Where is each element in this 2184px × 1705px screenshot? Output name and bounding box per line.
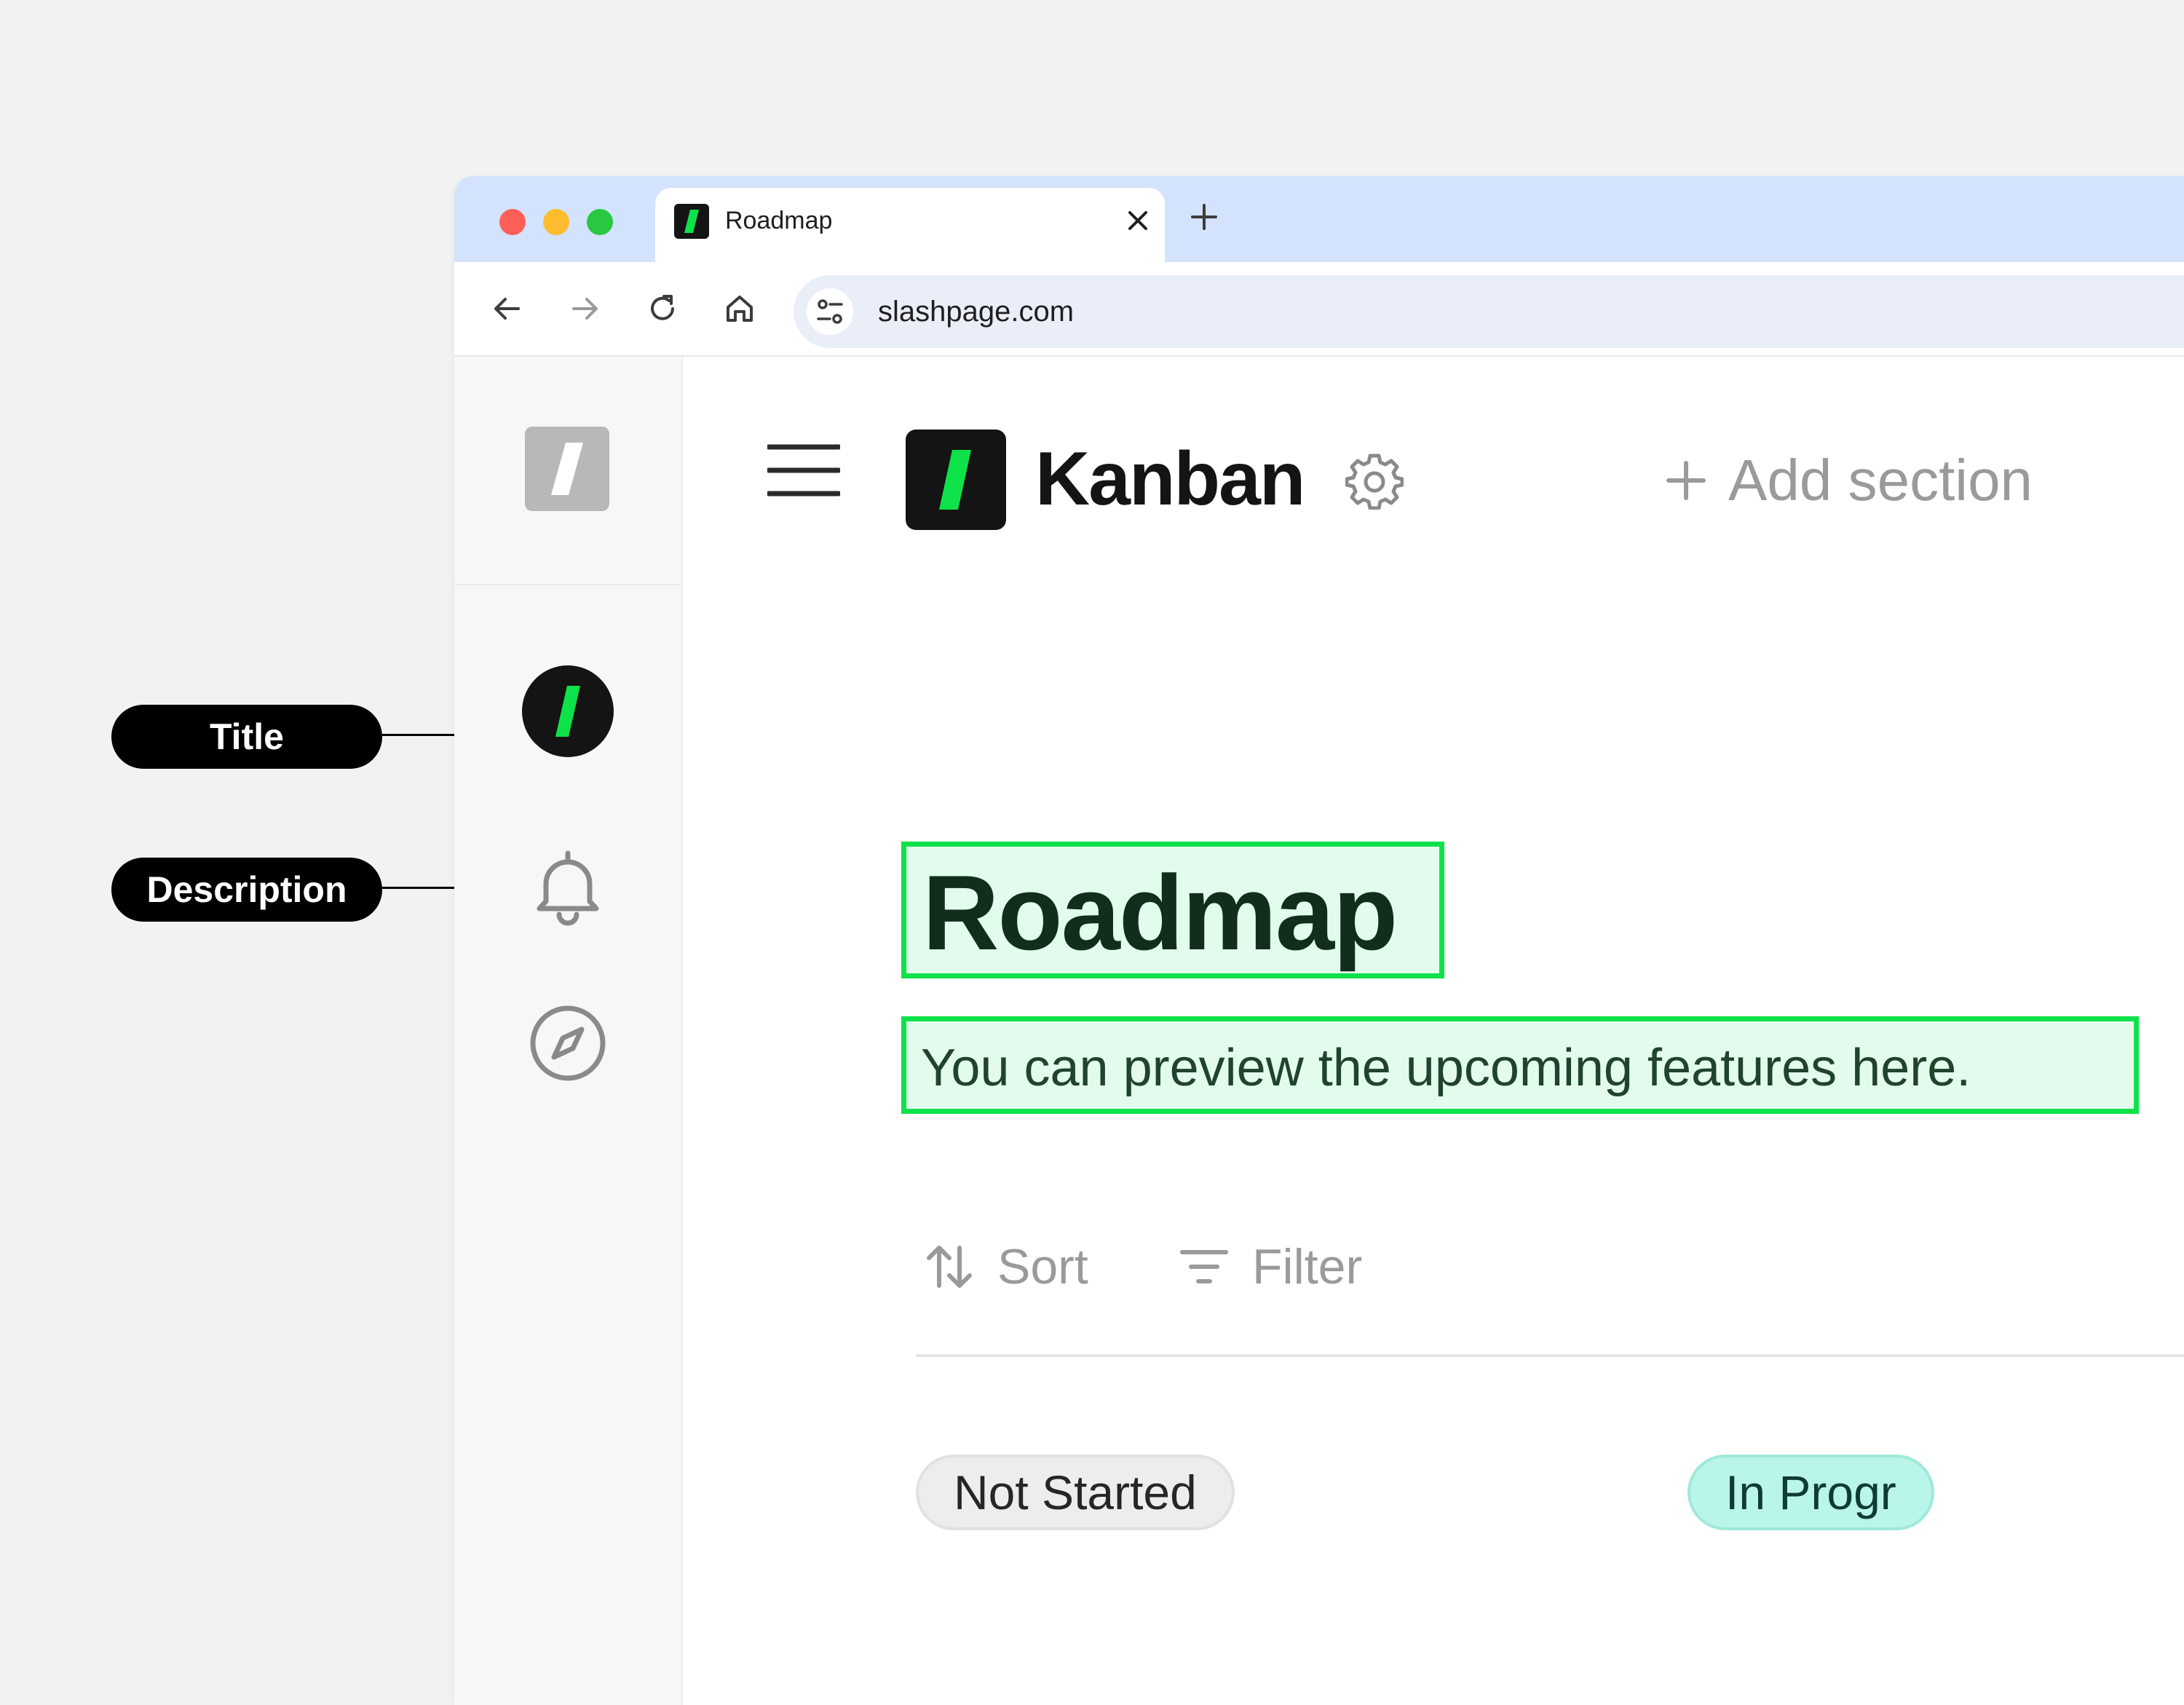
address-bar[interactable]: slashpage.com [794, 275, 2184, 348]
filter-button[interactable]: Filter [1178, 1230, 1362, 1303]
add-section-label: Add section [1728, 448, 2033, 513]
app-sidebar [454, 357, 683, 1705]
page-title[interactable]: Roadmap [922, 851, 1398, 975]
slashpage-favicon-icon [674, 204, 709, 239]
filter-label: Filter [1252, 1239, 1363, 1294]
plus-icon [1666, 461, 1706, 500]
sidebar-header [454, 357, 681, 585]
toolbar-divider [916, 1354, 2184, 1357]
home-icon[interactable] [722, 291, 757, 326]
back-arrow-icon[interactable] [489, 291, 524, 326]
tab-title: Roadmap [725, 207, 833, 234]
sort-button[interactable]: Sort [923, 1230, 1088, 1303]
browser-tab-roadmap[interactable]: Roadmap [655, 188, 1165, 262]
bell-icon[interactable] [528, 846, 608, 926]
filter-icon [1180, 1250, 1228, 1283]
compass-icon[interactable] [528, 1003, 608, 1083]
column-header-in-progress[interactable]: In Progr [1688, 1455, 1934, 1530]
close-window-button[interactable] [499, 209, 526, 235]
slashpage-avatar-icon[interactable] [522, 665, 614, 757]
sort-icon [927, 1246, 972, 1288]
workspace-logo-icon[interactable] [525, 427, 609, 511]
sort-label: Sort [997, 1239, 1088, 1294]
browser-window: Roadmap slashpage.com Kanban Add section… [454, 176, 2184, 1705]
site-settings-icon[interactable] [807, 288, 853, 335]
column-header-not-started[interactable]: Not Started [916, 1455, 1235, 1530]
address-url: slashpage.com [878, 296, 1075, 328]
add-section-button[interactable]: Add section [1666, 444, 2033, 517]
section-title: Kanban [1035, 437, 1305, 521]
menu-icon[interactable] [767, 443, 840, 498]
page-description[interactable]: You can preview the upcoming features he… [921, 1035, 1971, 1101]
browser-toolbar: slashpage.com [454, 262, 2184, 357]
description-annotation-label: Description [111, 858, 382, 922]
title-annotation-label: Title [111, 705, 382, 769]
minimize-window-button[interactable] [543, 209, 569, 235]
page-title-highlight: Roadmap [901, 842, 1444, 978]
maximize-window-button[interactable] [587, 209, 613, 235]
browser-titlebar: Roadmap [454, 176, 2184, 262]
reload-icon[interactable] [645, 291, 680, 326]
section-logo-icon [906, 430, 1006, 530]
close-tab-icon[interactable] [1125, 208, 1150, 233]
gear-icon[interactable] [1345, 451, 1404, 510]
new-tab-icon[interactable] [1190, 202, 1219, 232]
page-description-highlight: You can preview the upcoming features he… [901, 1016, 2139, 1114]
forward-arrow-icon[interactable] [568, 291, 603, 326]
main-content: Kanban Add section Roadmap You can previ… [683, 357, 2184, 1705]
